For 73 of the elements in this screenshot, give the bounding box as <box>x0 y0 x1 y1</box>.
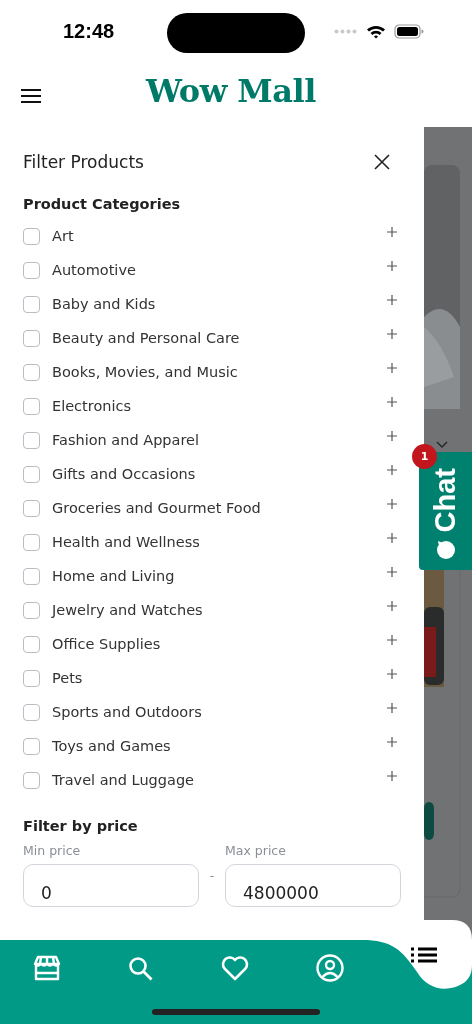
checkbox[interactable] <box>23 363 40 381</box>
plus-icon[interactable] <box>387 567 397 577</box>
category-label[interactable]: Groceries and Gourmet Food <box>52 500 387 516</box>
plus-icon[interactable] <box>387 397 397 407</box>
checkbox[interactable] <box>23 635 40 653</box>
category-label[interactable]: Electronics <box>52 398 387 414</box>
chevron-down-icon <box>436 441 448 448</box>
category-label[interactable]: Toys and Games <box>52 738 387 754</box>
checkbox[interactable] <box>23 533 40 551</box>
category-label[interactable]: Pets <box>52 670 387 686</box>
plus-icon[interactable] <box>387 635 397 645</box>
max-price-field[interactable]: 4800000 <box>225 864 401 907</box>
plus-icon[interactable] <box>387 295 397 305</box>
plus-icon[interactable] <box>387 499 397 509</box>
checkbox[interactable] <box>23 771 40 789</box>
checkbox[interactable] <box>23 329 40 347</box>
checkbox[interactable] <box>23 431 40 449</box>
category-label[interactable]: Baby and Kids <box>52 296 387 312</box>
checkbox[interactable] <box>23 567 40 585</box>
nav-store-button[interactable] <box>33 955 61 981</box>
nav-list-button[interactable] <box>411 947 437 963</box>
checkbox[interactable] <box>23 295 40 313</box>
checkbox[interactable] <box>23 397 40 415</box>
plus-icon[interactable] <box>387 227 397 237</box>
category-label[interactable]: Beauty and Personal Care <box>52 330 387 346</box>
range-separator: - <box>208 869 216 883</box>
checkbox[interactable] <box>23 227 40 245</box>
section-heading: Product Categories <box>23 196 182 214</box>
field-label: Max price <box>225 843 287 860</box>
category-label[interactable]: Office Supplies <box>52 636 387 652</box>
plus-icon[interactable] <box>387 363 397 373</box>
checkbox[interactable] <box>23 703 40 721</box>
plus-icon[interactable] <box>387 329 397 339</box>
battery-icon <box>394 24 424 39</box>
category-label[interactable]: Gifts and Occasions <box>52 466 387 482</box>
checkbox[interactable] <box>23 669 40 687</box>
checkbox[interactable] <box>23 601 40 619</box>
wifi-icon <box>366 24 386 39</box>
checkbox[interactable] <box>23 737 40 755</box>
min-price-field[interactable]: 0 <box>23 864 199 907</box>
category-label[interactable]: Health and Wellness <box>52 534 387 550</box>
drawer-title: Filter Products <box>23 152 144 172</box>
checkbox[interactable] <box>23 499 40 517</box>
plus-icon[interactable] <box>387 669 397 679</box>
plus-icon[interactable] <box>387 737 397 747</box>
plus-icon[interactable] <box>387 465 397 475</box>
section-heading: Filter by price <box>23 818 139 836</box>
plus-icon[interactable] <box>387 601 397 611</box>
field-label: Min price <box>23 843 82 860</box>
category-label[interactable]: Sports and Outdoors <box>52 704 387 720</box>
plus-icon[interactable] <box>387 771 397 781</box>
plus-icon[interactable] <box>387 703 397 713</box>
category-label[interactable]: Home and Living <box>52 568 387 584</box>
menu-icon[interactable] <box>21 89 41 103</box>
chat-bubble-icon <box>435 540 456 560</box>
nav-profile-button[interactable] <box>316 954 344 982</box>
plus-icon[interactable] <box>387 533 397 543</box>
signal-icon <box>334 29 358 34</box>
plus-icon[interactable] <box>387 431 397 441</box>
checkbox[interactable] <box>23 465 40 483</box>
category-label[interactable]: Jewelry and Watches <box>52 602 387 618</box>
nav-heart-button[interactable] <box>221 955 249 981</box>
category-label[interactable]: Automotive <box>52 262 387 278</box>
category-label[interactable]: Travel and Luggage <box>52 772 387 788</box>
category-label[interactable]: Art <box>52 228 387 244</box>
checkbox[interactable] <box>23 261 40 279</box>
category-label[interactable]: Books, Movies, and Music <box>52 364 387 380</box>
category-label[interactable]: Fashion and Apparel <box>52 432 387 448</box>
status-time: 12:48 <box>63 20 115 43</box>
close-icon[interactable] <box>374 154 390 170</box>
plus-icon[interactable] <box>387 261 397 271</box>
logo[interactable]: Wow Mall <box>146 72 316 110</box>
nav-search-button[interactable] <box>128 956 154 982</box>
